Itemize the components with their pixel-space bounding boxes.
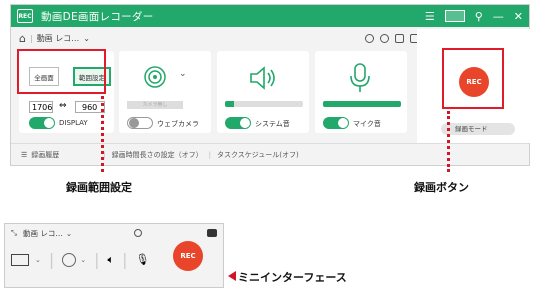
chevron-down-icon[interactable]: ⌄ <box>179 69 187 79</box>
webcam-icon <box>144 66 166 88</box>
rec-highlight-box <box>442 48 504 109</box>
mic-level-bar <box>323 101 401 107</box>
duration-link[interactable]: 録画時間長さの設定（オフ） <box>112 150 203 160</box>
mini-toolbar: ⤡ 動画 レコ… ⌄ <box>5 224 223 242</box>
system-audio-label: システム音 <box>255 120 290 128</box>
mic-toggle[interactable] <box>323 117 349 129</box>
history-link[interactable]: 録画履歴 <box>31 150 59 160</box>
mode-selector[interactable]: 動画 レコ… <box>37 33 80 44</box>
screenshot-camera-icon[interactable] <box>207 229 217 237</box>
microphone-icon <box>350 63 370 92</box>
width-input[interactable]: 1706 <box>29 101 53 113</box>
system-audio-level-fill <box>225 101 235 107</box>
schedule-link[interactable]: タスクスケジュール(オフ) <box>217 150 299 160</box>
rec-callout-line <box>447 111 450 172</box>
monitor-icon[interactable] <box>11 253 29 266</box>
mini-callout-label: ミニインターフェース <box>238 271 347 284</box>
gear-icon[interactable] <box>134 229 143 237</box>
mic-level-fill <box>323 101 401 107</box>
close-icon[interactable]: ✕ <box>514 10 523 23</box>
chevron-down-icon[interactable]: ⌄ <box>66 229 72 238</box>
speaker-icon <box>250 66 275 90</box>
display-toggle[interactable] <box>29 117 55 129</box>
range-callout-label: 録画範囲設定 <box>66 181 132 194</box>
mini-rec-button[interactable]: REC <box>173 241 203 271</box>
mic-panel: マイク音 <box>315 51 407 133</box>
webcam-off-icon[interactable] <box>62 252 77 267</box>
app-logo-icon: REC <box>17 9 33 23</box>
mini-mode-selector[interactable]: 動画 レコ… <box>23 228 63 239</box>
chevron-down-icon[interactable]: ⌄ <box>35 256 41 264</box>
mini-mode-icon[interactable] <box>444 10 465 22</box>
pin-icon[interactable]: ⚲ <box>475 10 483 23</box>
history-icon[interactable]: ☰ <box>21 151 27 159</box>
chevron-down-icon[interactable]: ⌄ <box>83 34 90 43</box>
mouse-icon[interactable] <box>380 33 389 43</box>
rec-callout-label: 録画ボタン <box>414 181 469 194</box>
speaker-icon[interactable]: 🔈︎ <box>108 253 115 267</box>
record-mode-button[interactable]: 録画モード <box>441 123 515 135</box>
system-audio-panel: システム音 <box>217 51 309 133</box>
chevron-down-icon[interactable]: ⌄ <box>80 256 86 264</box>
range-callout-line <box>101 96 104 172</box>
system-audio-toggle[interactable] <box>225 117 251 129</box>
screenshot-root: REC 動画DE画面レコーダー ☰ ⚲ — ✕ ⌂ | 動画 レコ… ⌄ 全画面… <box>0 0 540 290</box>
system-audio-level-bar <box>225 101 303 107</box>
gear-icon[interactable] <box>365 33 374 43</box>
mini-window: ⤡ 動画 レコ… ⌄ ⌄ | ⌄ | 🔈︎ | 🎙︎ REC <box>4 223 224 288</box>
expand-icon[interactable]: ⤡ <box>11 228 17 238</box>
webcam-label: ウェブカメラ <box>157 120 199 128</box>
link-icon[interactable]: ⇔ <box>59 101 67 111</box>
mic-label: マイク音 <box>353 120 381 128</box>
status-bar: ☰ 録画履歴 | 録画時間長さの設定（オフ） | タスクスケジュール(オフ) <box>11 143 529 165</box>
camera-device-select[interactable]: カメラ無し <box>127 101 183 109</box>
app-title: 動画DE画面レコーダー <box>41 10 154 23</box>
range-highlight-box <box>17 49 106 94</box>
mini-callout-arrow-icon <box>228 271 236 281</box>
minimize-icon[interactable]: — <box>493 10 504 23</box>
home-icon[interactable]: ⌂ <box>19 32 26 45</box>
webcam-toggle[interactable] <box>127 117 153 129</box>
microphone-icon[interactable]: 🎙︎ <box>136 253 150 266</box>
export-icon[interactable] <box>395 33 404 43</box>
camera-panel: ⌄ カメラ無し ウェブカメラ <box>119 51 211 133</box>
menu-icon[interactable]: ☰ <box>425 10 435 23</box>
display-label: DISPLAY <box>59 119 88 127</box>
title-bar: REC 動画DE画面レコーダー ☰ ⚲ — ✕ <box>11 5 529 27</box>
mini-controls: ⌄ | ⌄ | 🔈︎ | 🎙︎ <box>11 250 150 269</box>
